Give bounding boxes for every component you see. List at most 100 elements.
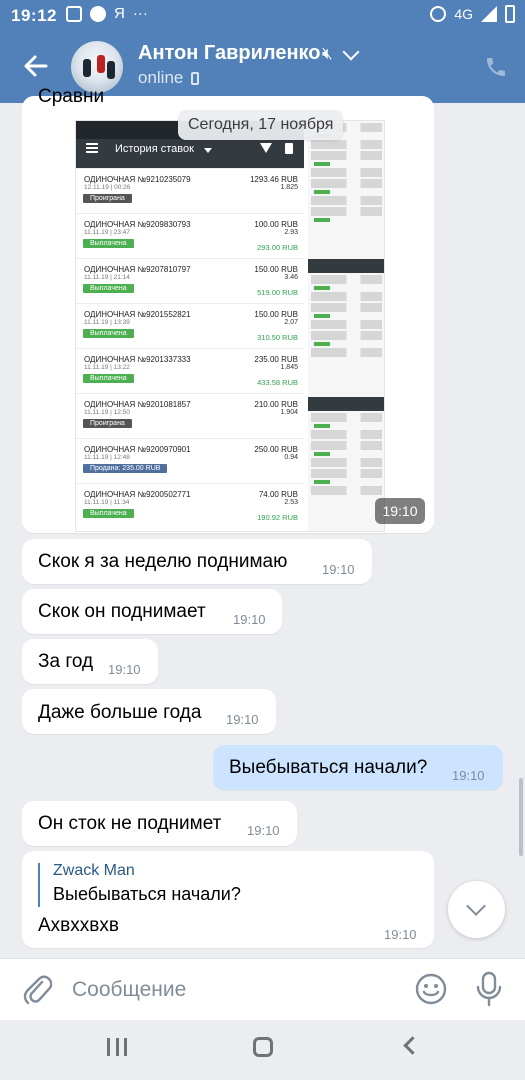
alarm-icon — [430, 6, 447, 22]
message-text: Скок он поднимает — [38, 601, 206, 622]
bet-date: 11.11.19 | 21:14 — [84, 274, 130, 281]
bet-row: ОДИНОЧНАЯ №9209830793 11.11.19 | 23:47 Вып… — [76, 213, 304, 257]
attached-screenshot[interactable]: История ставок ОДИНОЧНАЯ №9210235079 12.1… — [75, 120, 385, 532]
bet-status-badge: Выплачена — [83, 509, 134, 518]
message-time: 19:10 — [452, 768, 485, 783]
network-type: 4G — [454, 6, 473, 22]
message-time: 19:10 — [247, 823, 280, 838]
recent-apps-icon[interactable] — [107, 1038, 127, 1056]
message-time: 19:10 — [233, 612, 266, 627]
bet-coefficient: 2.07 — [284, 319, 298, 326]
bet-payout: 519.00 RUB — [257, 288, 298, 297]
message-time: 19:10 — [226, 712, 259, 727]
scrollbar[interactable] — [519, 778, 523, 856]
emoji-icon[interactable] — [415, 973, 447, 1005]
bet-title: ОДИНОЧНАЯ №9209830793 — [84, 220, 191, 229]
more-notifications-icon: ··· — [132, 5, 148, 22]
message-time: 19:10 — [322, 562, 355, 577]
bet-status-badge: Выплачена — [83, 374, 134, 383]
home-icon[interactable] — [253, 1037, 273, 1057]
bet-title: ОДИНОЧНАЯ №9201337333 — [84, 355, 191, 364]
bet-title: ОДИНОЧНАЯ №9201081857 — [84, 400, 191, 409]
menu-icon — [86, 147, 98, 149]
screenshot-side-thumbnail — [308, 397, 384, 531]
bet-coefficient: 3.46 — [284, 274, 298, 281]
message-text: За год — [38, 651, 94, 672]
bet-coefficient: 1.845 — [280, 364, 298, 371]
bet-row: ОДИНОЧНАЯ №9200970901 11.11.19 | 12:48 Про… — [76, 438, 304, 482]
bet-status-badge: Выплачена — [83, 239, 134, 248]
status-bar: 19:12 Я ··· 4G — [0, 0, 525, 32]
bet-amount: 150.00 RUB — [254, 310, 298, 319]
bet-title: ОДИНОЧНАЯ №9200970901 — [84, 445, 191, 454]
bet-status-badge: Выплачена — [83, 284, 134, 293]
bet-date: 11.11.19 | 23:47 — [84, 229, 130, 236]
vk-notification-icon — [90, 5, 106, 22]
bet-title: ОДИНОЧНАЯ №9201552821 — [84, 310, 191, 319]
bet-amount: 210.00 RUB — [254, 400, 298, 409]
bet-payout: 293.00 RUB — [257, 243, 298, 252]
bet-payout: 190.92 RUB — [257, 513, 298, 522]
bet-payout: 433.58 RUB — [257, 378, 298, 387]
reply-quote-bar — [38, 863, 40, 907]
bet-amount: 250.00 RUB — [254, 445, 298, 454]
contact-name[interactable]: Антон Гавриленко — [138, 42, 321, 65]
phone-icon[interactable] — [484, 55, 508, 79]
message-text-clipped: Сравни — [38, 86, 105, 107]
bet-date: 11.11.19 | 12:48 — [84, 454, 130, 461]
muted-icon: 🔇︎ — [322, 44, 333, 63]
message-composer — [0, 958, 525, 1020]
message-text: Ахвххвхв — [38, 915, 119, 936]
scroll-to-bottom-button[interactable] — [448, 881, 505, 938]
bet-coefficient: 1.825 — [280, 184, 298, 191]
bet-row: ОДИНОЧНАЯ №9201552821 11.11.19 | 13:39 Вып… — [76, 303, 304, 347]
message-text: Даже больше года — [38, 702, 202, 723]
chevron-down-icon[interactable] — [342, 43, 360, 61]
bet-status-badge: Выплачена — [83, 329, 134, 338]
mobile-device-icon — [191, 71, 200, 85]
message-time: 19:10 — [384, 927, 417, 942]
filter-icon — [260, 143, 272, 153]
attach-icon[interactable] — [22, 973, 52, 1007]
bet-date: 11.11.19 | 13:39 — [84, 319, 130, 326]
date-divider: Сегодня, 17 ноября — [178, 110, 344, 140]
back-arrow-icon[interactable] — [20, 50, 52, 82]
bet-title: ОДИНОЧНАЯ №9200502771 — [84, 490, 191, 499]
bet-row: ОДИНОЧНАЯ №9207810797 11.11.19 | 21:14 Вып… — [76, 258, 304, 302]
yandex-notification-icon: Я — [114, 5, 125, 22]
screenshot-side-thumbnail — [308, 121, 384, 259]
presence-status: online — [138, 68, 200, 88]
chevron-down-icon — [466, 896, 486, 916]
message-time: 19:10 — [108, 662, 141, 677]
microphone-icon[interactable] — [475, 971, 503, 1007]
bet-coefficient: 1.904 — [280, 409, 298, 416]
bet-amount: 150.00 RUB — [254, 265, 298, 274]
bet-coefficient: 0.94 — [284, 454, 298, 461]
bet-title: ОДИНОЧНАЯ №9210235079 — [84, 175, 191, 184]
bet-payout: 310.50 RUB — [257, 333, 298, 342]
gallery-notification-icon — [66, 5, 82, 22]
bet-row: ОДИНОЧНАЯ №9201081857 11.11.19 | 12:50 Про… — [76, 393, 304, 437]
back-icon[interactable] — [403, 1036, 422, 1055]
bet-status-badge: Проиграна — [83, 194, 132, 203]
bet-amount: 74.00 RUB — [258, 490, 298, 499]
bet-date: 11.11.19 | 13:22 — [84, 364, 130, 371]
bet-amount: 1293.46 RUB — [249, 175, 298, 184]
battery-icon — [505, 5, 515, 23]
bet-coefficient: 2.53 — [284, 499, 298, 506]
message-text: Выебываться начали? — [229, 757, 428, 778]
bet-title: ОДИНОЧНАЯ №9207810797 — [84, 265, 191, 274]
message-input[interactable] — [72, 973, 392, 1007]
reply-quoted-text[interactable]: Выебываться начали? — [53, 884, 241, 905]
trash-icon — [285, 143, 293, 154]
bet-date: 12.11.19 | 00:26 — [84, 184, 131, 191]
system-navigation-bar — [0, 1020, 525, 1080]
bet-row: ОДИНОЧНАЯ №9210235079 12.11.19 | 00:26 Про… — [76, 168, 304, 212]
photo-timestamp: 19:10 — [375, 498, 425, 524]
message-text: Он сток не поднимет — [38, 813, 222, 834]
bet-status-badge: Проиграна — [83, 419, 132, 428]
screenshot-toolbar-title: История ставок — [115, 143, 194, 155]
screenshot-side-thumbnail — [308, 259, 384, 397]
reply-author[interactable]: Zwack Man — [53, 862, 135, 880]
message-text: Скок я за неделю поднимаю — [38, 551, 288, 572]
